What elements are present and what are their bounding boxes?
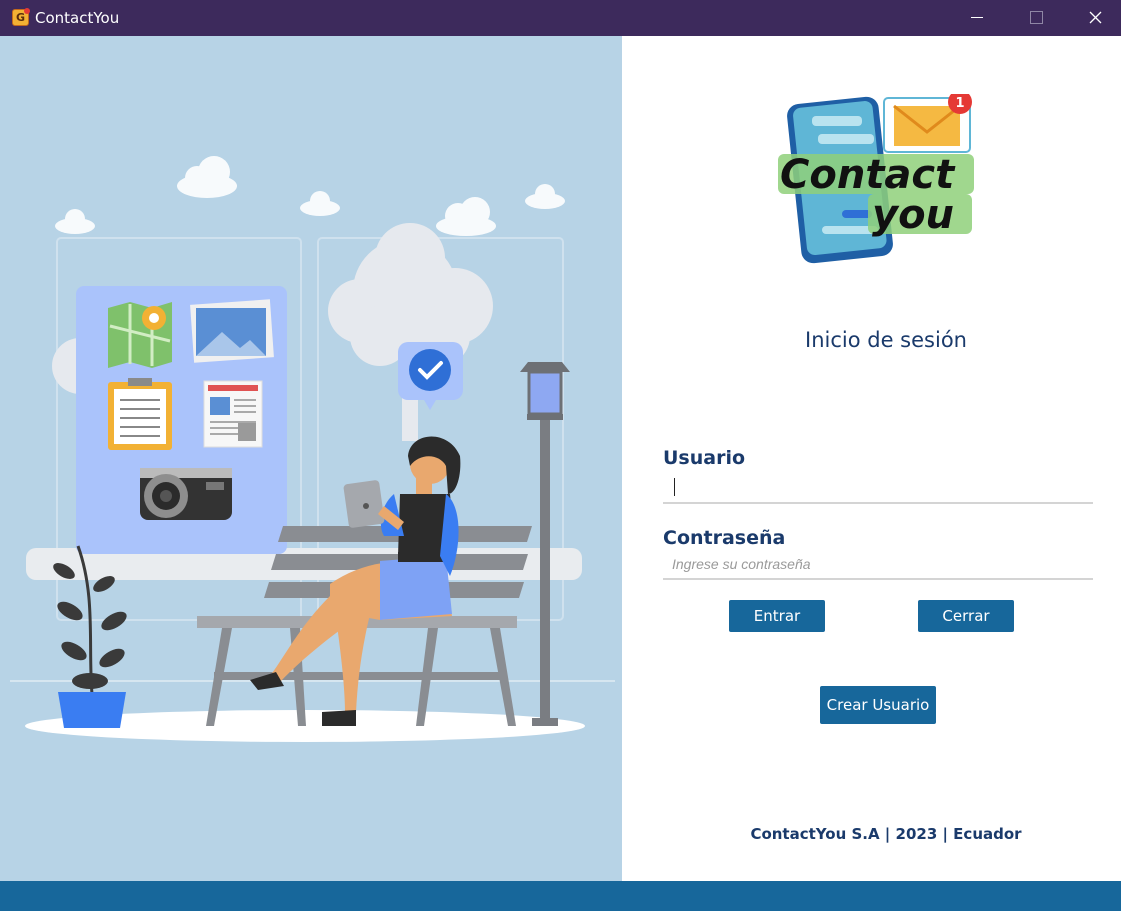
clouds: [55, 156, 565, 236]
password-label: Contraseña: [663, 527, 786, 549]
camera-icon: [140, 468, 232, 520]
minimize-button[interactable]: [948, 0, 1006, 36]
woman-on-bench-illustration: [10, 156, 615, 742]
contactyou-logo: 1 Contact you: [772, 90, 1012, 274]
map-icon: [108, 302, 172, 368]
login-title: Inicio de sesión: [805, 328, 967, 352]
maximize-button[interactable]: [1007, 0, 1065, 36]
photo-icon: [190, 299, 274, 363]
create-user-button[interactable]: Crear Usuario: [820, 686, 936, 724]
username-label: Usuario: [663, 447, 746, 469]
footer-text: ContactYou S.A | 2023 | Ecuador: [750, 825, 1022, 843]
text-caret: [674, 478, 675, 496]
app-icon: G: [12, 8, 30, 26]
notification-badge: 1: [955, 96, 964, 111]
bottom-bar: [0, 881, 1121, 911]
enter-button[interactable]: Entrar: [729, 600, 825, 632]
illustration-panel: [0, 36, 622, 881]
clipboard-icon: [108, 378, 172, 450]
username-field[interactable]: [663, 474, 1093, 504]
logo-line2: you: [872, 192, 954, 238]
password-field[interactable]: [663, 550, 1093, 580]
title-bar: G ContactYou: [0, 0, 1121, 36]
close-window-button[interactable]: [1066, 0, 1121, 36]
login-panel: 1 Contact you Inicio de sesión Usuario C…: [622, 36, 1121, 881]
window-title: ContactYou: [35, 9, 120, 27]
check-bubble-icon: [398, 342, 463, 410]
close-icon: [1089, 11, 1102, 24]
document-icon: [203, 380, 263, 448]
close-button[interactable]: Cerrar: [918, 600, 1014, 632]
